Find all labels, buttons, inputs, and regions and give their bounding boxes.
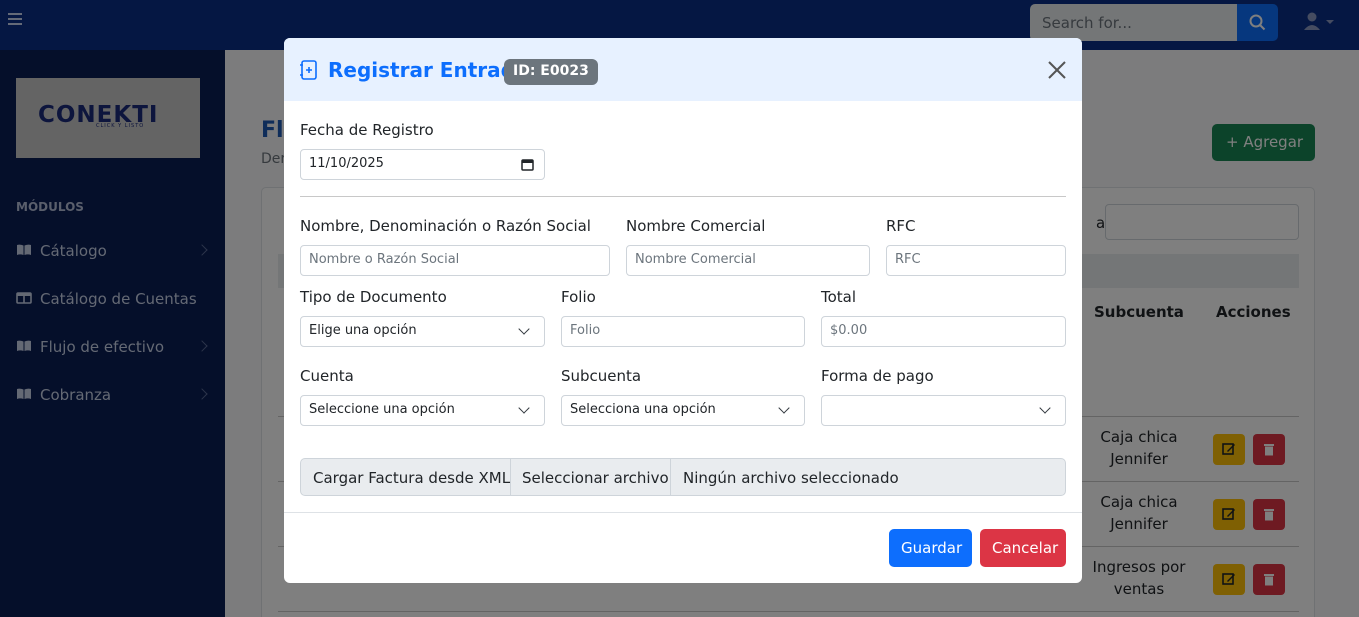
id-badge: ID: E0023 [504,59,598,85]
rfc-input[interactable]: RFC [886,245,1066,276]
chevron-down-icon [1039,402,1051,414]
journal-plus-icon [300,60,317,80]
chevron-down-icon [518,402,530,414]
chevron-down-icon [518,323,530,335]
fecha-label: Fecha de Registro [300,121,434,139]
subcuenta-select[interactable]: Selecciona una opción [561,395,805,426]
total-label: Total [821,288,857,306]
modal-title: Registrar Entrada [328,58,529,82]
fecha-date-input[interactable]: 11/10/2025 [300,149,545,180]
total-input[interactable]: $0.00 [821,316,1066,347]
nombre-comercial-label: Nombre Comercial [626,217,766,235]
chevron-down-icon [778,402,790,414]
forma-pago-select[interactable] [821,395,1066,426]
modal-header: Registrar Entrada ID: E0023 [284,38,1082,101]
file-status-text: Ningún archivo seleccionado [683,469,899,487]
rfc-label: RFC [886,217,916,235]
calendar-icon[interactable] [521,158,534,171]
close-icon[interactable] [1048,61,1066,79]
subcuenta-label: Subcuenta [561,367,642,385]
cuenta-select[interactable]: Seleccione una opción [300,395,545,426]
section-divider [300,196,1066,197]
nombre-label: Nombre, Denominación o Razón Social [300,217,591,235]
folio-input[interactable]: Folio [561,316,805,347]
xml-file-input-group: Cargar Factura desde XML Seleccionar arc… [300,458,1066,496]
folio-label: Folio [561,288,596,306]
save-button[interactable]: Guardar [889,529,972,567]
forma-pago-label: Forma de pago [821,367,934,385]
cancel-button[interactable]: Cancelar [980,529,1066,567]
cuenta-label: Cuenta [300,367,354,385]
tipo-documento-select[interactable]: Elige una opción [300,316,545,347]
choose-file-button[interactable]: Seleccionar archivo [511,459,671,495]
nombre-comercial-input[interactable]: Nombre Comercial [626,245,870,276]
modal-footer-divider [284,512,1082,513]
registrar-entrada-modal: Registrar Entrada ID: E0023 Fecha de Reg… [284,38,1082,583]
tipo-documento-label: Tipo de Documento [300,288,447,306]
nombre-input[interactable]: Nombre o Razón Social [300,245,610,276]
xml-upload-label: Cargar Factura desde XML [301,459,511,495]
